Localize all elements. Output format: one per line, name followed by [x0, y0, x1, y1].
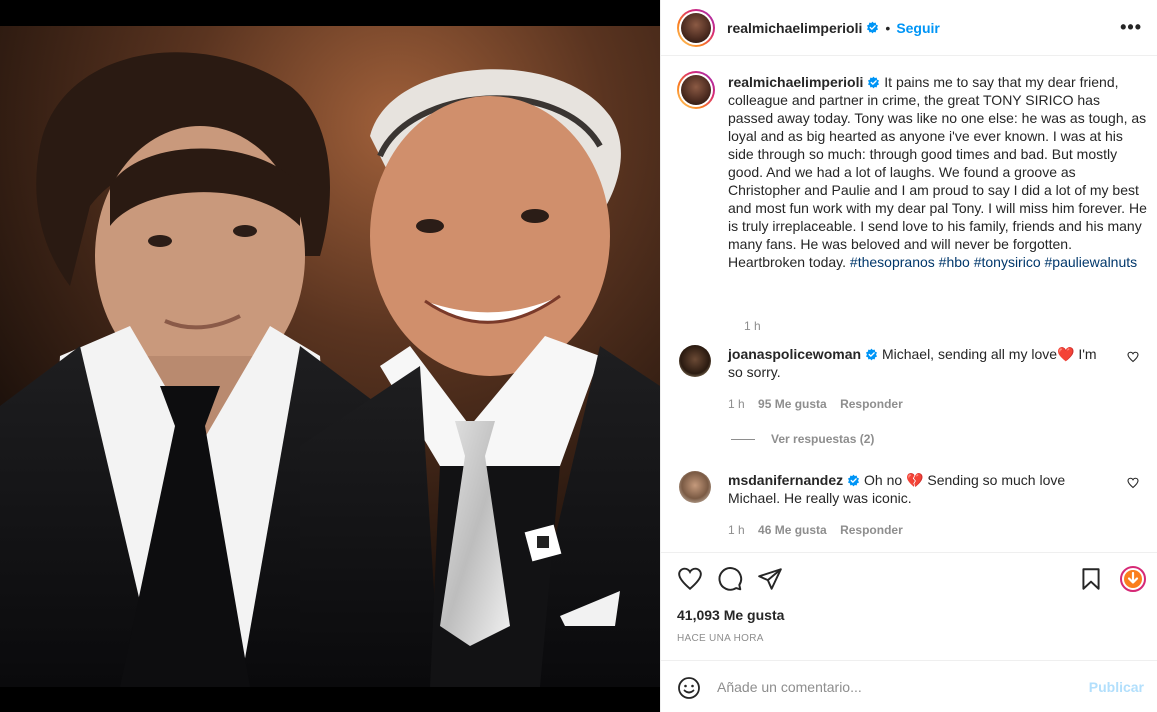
caption-username[interactable]: realmichaelimperioli [728, 74, 863, 90]
hashtag-link[interactable]: #hbo [939, 254, 970, 270]
avatar[interactable] [681, 12, 711, 43]
hashtag-link[interactable]: #tonysirico [974, 254, 1041, 270]
caption-timestamp[interactable]: 1 h [744, 319, 761, 333]
avatar[interactable] [679, 345, 711, 377]
comment-timestamp[interactable]: 1 h [728, 397, 745, 411]
more-options-icon[interactable]: ••• [1120, 18, 1142, 36]
verified-badge-icon [848, 474, 860, 487]
comment-likes[interactable]: 95 Me gusta [758, 397, 827, 411]
avatar[interactable] [681, 75, 711, 105]
publish-button[interactable]: Publicar [1089, 679, 1144, 695]
verified-badge-icon [867, 21, 879, 34]
view-replies-button[interactable]: Ver respuestas (2) [731, 432, 874, 446]
separator-dot: • [885, 19, 891, 36]
share-send-icon[interactable] [757, 566, 783, 592]
comment-text: msdanifernandez Oh no 💔 Sending so much … [728, 471, 1108, 507]
comments-scroll-area[interactable]: realmichaelimperioli It pains me to say … [661, 57, 1157, 553]
save-bookmark-icon[interactable] [1078, 566, 1104, 592]
media-area [0, 0, 660, 712]
likes-count[interactable]: 41,093 Me gusta [677, 607, 784, 623]
post-age[interactable]: HACE UNA HORA [677, 633, 764, 644]
broken-heart-emoji: 💔 [906, 472, 924, 488]
comment-input[interactable] [717, 675, 1067, 699]
photo-illustration [0, 26, 660, 687]
comment-meta: 1 h 95 Me gusta Responder [728, 397, 913, 411]
post-photo [0, 26, 660, 687]
add-comment-bar: Publicar [661, 660, 1157, 712]
comment-bubble-icon[interactable] [717, 566, 743, 592]
post-actions [661, 556, 1157, 602]
follow-button[interactable]: Seguir [896, 20, 940, 36]
post-header: realmichaelimperioli • Seguir ••• [661, 0, 1157, 56]
verified-badge-icon [866, 348, 878, 361]
header-avatar-ring[interactable] [677, 8, 715, 47]
caption-text: realmichaelimperioli It pains me to say … [728, 73, 1148, 271]
view-replies-label[interactable]: Ver respuestas (2) [771, 432, 874, 446]
comment-likes[interactable]: 46 Me gusta [758, 523, 827, 537]
red-heart-emoji: ❤️ [1057, 346, 1075, 362]
comment-text: joanaspolicewoman Michael, sending all m… [728, 345, 1108, 381]
caption-body: It pains me to say that my dear friend, … [728, 74, 1147, 270]
comment-username[interactable]: joanaspolicewoman [728, 346, 861, 362]
hashtag-link[interactable]: #pauliewalnuts [1045, 254, 1138, 270]
reply-button[interactable]: Responder [840, 397, 903, 411]
like-comment-heart-icon[interactable] [1127, 351, 1139, 363]
comment-username[interactable]: msdanifernandez [728, 472, 843, 488]
comment-meta: 1 h 46 Me gusta Responder [728, 523, 913, 537]
like-heart-icon[interactable] [677, 566, 703, 592]
caption-avatar-ring[interactable] [677, 71, 715, 109]
emoji-picker-icon[interactable] [677, 676, 701, 700]
comment-item: msdanifernandez Oh no 💔 Sending so much … [679, 471, 1149, 541]
instagram-post-modal: realmichaelimperioli • Seguir ••• realmi… [0, 0, 1157, 712]
like-comment-heart-icon[interactable] [1127, 477, 1139, 489]
hashtag-link[interactable]: #thesopranos [850, 254, 935, 270]
replies-divider-line [731, 438, 755, 440]
comment-body: Oh no [864, 472, 907, 488]
avatar[interactable] [679, 471, 711, 503]
comment-body: Michael, sending all my love [881, 346, 1058, 362]
reply-button[interactable]: Responder [840, 523, 903, 537]
header-username[interactable]: realmichaelimperioli [727, 20, 862, 36]
verified-badge-icon [868, 76, 880, 89]
comment-item: joanaspolicewoman Michael, sending all m… [679, 345, 1149, 415]
post-panel: realmichaelimperioli • Seguir ••• realmi… [660, 0, 1157, 712]
download-extension-icon[interactable] [1120, 566, 1146, 592]
comment-timestamp[interactable]: 1 h [728, 523, 745, 537]
